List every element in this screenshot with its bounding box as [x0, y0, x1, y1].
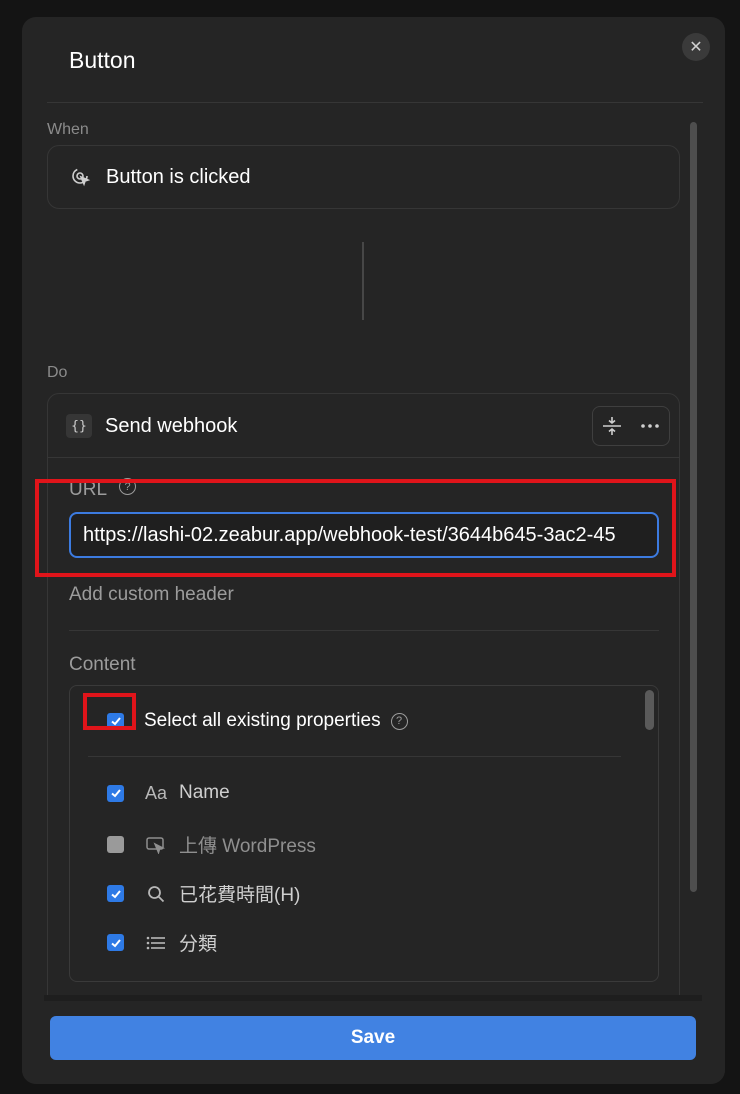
dialog-footer: Save [22, 995, 725, 1084]
action-header: {} Send webhook [48, 394, 679, 458]
properties-list: Select all existing properties ? Aa Name [69, 685, 659, 982]
property-row-name[interactable]: Aa Name [107, 782, 230, 804]
more-icon [641, 424, 659, 428]
collapse-icon [603, 417, 621, 435]
property-checkbox[interactable] [107, 885, 124, 902]
collapse-button[interactable] [593, 407, 631, 445]
content-label: Content [69, 654, 136, 675]
property-checkbox[interactable] [107, 836, 124, 853]
search-property-icon [144, 885, 168, 903]
property-label: Name [179, 782, 230, 803]
close-icon: ✕ [689, 39, 703, 56]
more-button[interactable] [631, 407, 669, 445]
select-all-label: Select all existing properties [144, 710, 381, 731]
property-row-category[interactable]: 分類 [107, 929, 217, 956]
when-label: When [47, 121, 89, 138]
property-row-upload[interactable]: 上傳 WordPress [107, 831, 316, 858]
property-row-time[interactable]: 已花費時間(H) [107, 880, 300, 907]
click-cursor-icon [70, 166, 92, 188]
content-divider [69, 630, 659, 631]
footer-divider [44, 995, 702, 1001]
property-checkbox[interactable] [107, 784, 124, 802]
list-property-icon [144, 935, 168, 951]
button-property-icon [144, 836, 168, 854]
property-checkbox[interactable] [107, 934, 124, 951]
trigger-label: Button is clicked [106, 165, 251, 188]
property-label: 分類 [179, 934, 218, 955]
property-label: 上傳 WordPress [179, 836, 316, 857]
dialog-scrollbar[interactable] [688, 122, 698, 892]
add-custom-header-button[interactable]: Add custom header [69, 584, 234, 606]
flow-connector [362, 242, 364, 320]
save-button[interactable]: Save [50, 1016, 696, 1060]
dialog-title: Button [69, 47, 136, 73]
properties-scrollbar[interactable] [645, 690, 654, 730]
highlight-box-select-all [83, 693, 136, 730]
text-property-icon: Aa [144, 782, 168, 803]
action-title: Send webhook [105, 415, 238, 437]
select-all-row[interactable]: Select all existing properties ? [107, 710, 408, 732]
action-tools [592, 406, 670, 446]
property-label: 已花費時間(H) [179, 885, 301, 906]
code-braces-icon: {} [66, 414, 92, 438]
help-icon[interactable]: ? [390, 712, 408, 730]
trigger-card[interactable]: Button is clicked [47, 145, 680, 209]
header-divider [47, 102, 703, 103]
do-label: Do [47, 364, 68, 381]
dialog-scrollbar-thumb[interactable] [690, 122, 697, 892]
highlight-box-url [35, 479, 676, 577]
properties-divider [88, 756, 621, 757]
close-button[interactable]: ✕ [682, 33, 710, 61]
